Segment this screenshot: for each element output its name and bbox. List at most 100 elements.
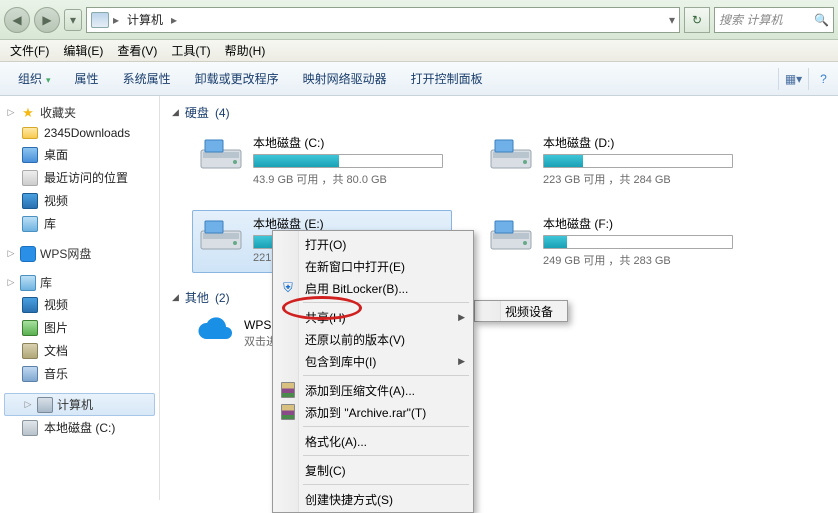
drive-name: 本地磁盘 (D:)	[543, 134, 737, 151]
sidebar-item-label: 图片	[44, 319, 68, 336]
sidebar-item-lib-video[interactable]: 视频	[0, 293, 159, 316]
sidebar-item-downloads[interactable]: 2345Downloads	[0, 123, 159, 143]
section-label: 其他	[185, 289, 209, 306]
sidebar-item-label: 2345Downloads	[44, 126, 130, 140]
desktop-icon	[22, 147, 38, 163]
menu-view[interactable]: 查看(V)	[111, 40, 163, 61]
rar-icon	[279, 403, 297, 421]
ctx-add-archive[interactable]: 添加到压缩文件(A)...	[275, 379, 471, 401]
drive-item[interactable]: 本地磁盘 (D:)223 GB 可用 ，共 284 GB	[482, 129, 742, 192]
sidebar: ▷ ★ 收藏夹 2345Downloads 桌面 最近访问的位置 视频 库 ▷ …	[0, 96, 160, 500]
sidebar-item-label: 最近访问的位置	[44, 169, 128, 186]
breadcrumb-separator: ▸	[113, 13, 119, 27]
library-icon	[22, 216, 38, 232]
view-mode-button[interactable]: ▦▾	[778, 68, 800, 90]
hdd-icon	[487, 134, 535, 174]
ctx-restore[interactable]: 还原以前的版本(V)	[275, 328, 471, 350]
context-menu: 打开(O) 在新窗口中打开(E) ⛨启用 BitLocker(B)... 共享(…	[272, 230, 474, 513]
menu-edit[interactable]: 编辑(E)	[57, 40, 109, 61]
library-icon	[20, 275, 36, 291]
address-dropdown-icon[interactable]: ▾	[669, 13, 675, 27]
sidebar-libraries-header[interactable]: ▷ 库	[0, 272, 159, 293]
section-count: (4)	[215, 106, 230, 120]
ctx-format[interactable]: 格式化(A)...	[275, 430, 471, 452]
submenu-arrow-icon: ▶	[458, 356, 465, 367]
section-hard-disks[interactable]: ◢ 硬盘 (4)	[172, 104, 826, 121]
search-input[interactable]: 搜索 计算机 🔍	[714, 7, 834, 33]
chevron-right-icon: ▷	[6, 277, 16, 288]
music-icon	[22, 366, 38, 382]
share-submenu: 视频设备	[474, 300, 568, 322]
menu-help[interactable]: 帮助(H)	[219, 40, 272, 61]
toolbar-properties[interactable]: 属性	[65, 66, 109, 91]
nav-back-button[interactable]: ◀	[4, 7, 30, 33]
hdd-icon	[487, 215, 535, 255]
breadcrumb-separator: ▸	[171, 13, 177, 27]
drive-usage-bar	[253, 154, 443, 168]
toolbar-control-panel[interactable]: 打开控制面板	[401, 66, 493, 91]
search-placeholder: 搜索 计算机	[719, 11, 782, 28]
toolbar-organize[interactable]: 组织	[8, 66, 61, 91]
rar-icon	[279, 381, 297, 399]
ctx-new-window[interactable]: 在新窗口中打开(E)	[275, 255, 471, 277]
help-button[interactable]: ?	[808, 68, 830, 90]
toolbar-uninstall[interactable]: 卸载或更改程序	[185, 66, 289, 91]
sidebar-item-label: 桌面	[44, 146, 68, 163]
toolbar-map-network[interactable]: 映射网络驱动器	[293, 66, 397, 91]
address-field[interactable]: ▸ 计算机 ▸ ▾	[86, 7, 680, 33]
menu-tools[interactable]: 工具(T)	[165, 40, 216, 61]
sidebar-item-drive-c[interactable]: 本地磁盘 (C:)	[0, 416, 159, 439]
drive-stats: 43.9 GB 可用 ，共 80.0 GB	[253, 171, 447, 187]
drive-item[interactable]: 本地磁盘 (C:)43.9 GB 可用 ，共 80.0 GB	[192, 129, 452, 192]
ctx-copy[interactable]: 复制(C)	[275, 459, 471, 481]
chevron-right-icon: ▷	[6, 107, 16, 118]
drive-item[interactable]: 本地磁盘 (F:)249 GB 可用 ，共 283 GB	[482, 210, 742, 273]
sidebar-item-recent[interactable]: 最近访问的位置	[0, 166, 159, 189]
toolbar-system-properties[interactable]: 系统属性	[113, 66, 181, 91]
sidebar-computer-label: 计算机	[57, 396, 93, 413]
shield-icon: ⛨	[279, 279, 297, 297]
cloud-icon	[192, 314, 236, 350]
computer-icon	[91, 12, 109, 28]
video-icon	[22, 297, 38, 313]
section-count: (2)	[215, 291, 230, 305]
toolbar: 组织 属性 系统属性 卸载或更改程序 映射网络驱动器 打开控制面板 ▦▾ ?	[0, 62, 838, 96]
sidebar-wps-header[interactable]: ▷ WPS网盘	[0, 243, 159, 264]
wps-icon	[20, 246, 36, 262]
hdd-icon	[197, 215, 245, 255]
ctx-create-shortcut[interactable]: 创建快捷方式(S)	[275, 488, 471, 510]
sidebar-item-desktop[interactable]: 桌面	[0, 143, 159, 166]
search-icon: 🔍	[814, 13, 829, 27]
sidebar-favorites-header[interactable]: ▷ ★ 收藏夹	[0, 102, 159, 123]
menu-bar: 文件(F) 编辑(E) 查看(V) 工具(T) 帮助(H)	[0, 40, 838, 62]
ctx-add-archive-rar[interactable]: 添加到 "Archive.rar"(T)	[275, 401, 471, 423]
ctx-bitlocker[interactable]: ⛨启用 BitLocker(B)...	[275, 277, 471, 299]
recent-icon	[22, 170, 38, 186]
chevron-right-icon: ▷	[6, 248, 16, 259]
refresh-icon: ↻	[692, 13, 702, 27]
breadcrumb-root[interactable]: 计算机	[123, 9, 167, 30]
ctx-open[interactable]: 打开(O)	[275, 233, 471, 255]
ctx-include-library[interactable]: 包含到库中(I)▶	[275, 350, 471, 372]
nav-forward-button[interactable]: ▶	[34, 7, 60, 33]
sidebar-item-lib-pictures[interactable]: 图片	[0, 316, 159, 339]
sidebar-item-lib-documents[interactable]: 文档	[0, 339, 159, 362]
sidebar-wps-label: WPS网盘	[40, 245, 91, 262]
submenu-item-video-device[interactable]: 视频设备	[505, 303, 553, 320]
nav-history-button[interactable]: ▾	[64, 9, 82, 31]
ctx-share[interactable]: 共享(H)▶	[275, 306, 471, 328]
refresh-button[interactable]: ↻	[684, 7, 710, 33]
sidebar-item-video[interactable]: 视频	[0, 189, 159, 212]
hdd-icon	[22, 420, 38, 436]
sidebar-computer-header[interactable]: ▷ 计算机	[4, 393, 155, 416]
address-bar: ◀ ▶ ▾ ▸ 计算机 ▸ ▾ ↻ 搜索 计算机 🔍	[0, 0, 838, 40]
drive-usage-bar	[543, 154, 733, 168]
drive-usage-bar	[543, 235, 733, 249]
computer-icon	[37, 397, 53, 413]
sidebar-item-lib-music[interactable]: 音乐	[0, 362, 159, 385]
sidebar-item-library[interactable]: 库	[0, 212, 159, 235]
menu-file[interactable]: 文件(F)	[4, 40, 55, 61]
submenu-arrow-icon: ▶	[458, 312, 465, 323]
chevron-down-icon: ▷	[23, 399, 33, 410]
sidebar-item-label: 视频	[44, 296, 68, 313]
